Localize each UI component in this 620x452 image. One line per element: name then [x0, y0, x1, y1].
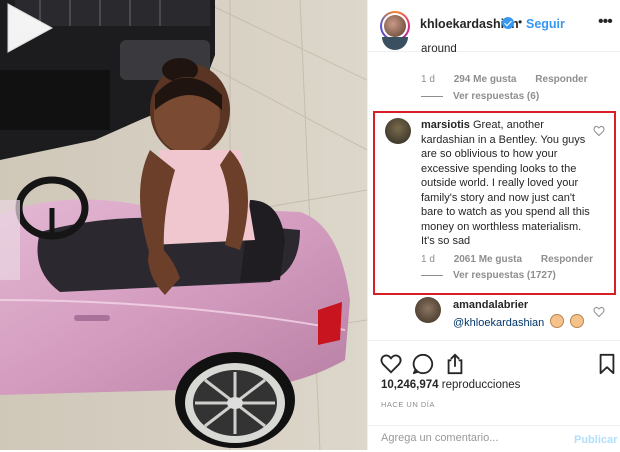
add-comment-row: Publicar — [368, 425, 620, 452]
share-icon[interactable] — [444, 353, 466, 375]
emoji-icon — [570, 314, 585, 328]
highlighted-comment: marsiotis Great, another kardashian in a… — [421, 118, 593, 249]
heart-icon[interactable] — [380, 353, 402, 375]
post-side-panel: khloekardashian • Seguir ••• around 1 d … — [367, 0, 620, 450]
verified-icon — [502, 17, 514, 29]
reply-commenter-username[interactable]: amandalabrier — [453, 299, 528, 311]
view-count-number: 10,246,974 — [381, 379, 439, 391]
video-frame — [0, 0, 367, 450]
comment-age: 1 d — [421, 254, 435, 265]
more-icon[interactable]: ••• — [598, 13, 613, 31]
reply-button[interactable]: Responder — [535, 74, 587, 85]
view-replies-button[interactable]: Ver respuestas (1727) — [421, 270, 556, 281]
reply-button[interactable]: Responder — [541, 254, 593, 265]
post-timestamp: HACE UN DÍA — [381, 400, 435, 409]
comment-age: 1 d — [421, 74, 435, 85]
commenter-username[interactable]: marsiotis — [421, 119, 470, 131]
publish-button[interactable]: Publicar — [574, 434, 617, 446]
previous-comment-meta: 1 d 294 Me gusta Responder — [421, 74, 604, 85]
reply-comment-text: @khloekardashian — [453, 314, 585, 329]
comment-body: Great, another kardashian in a Bentley. … — [421, 119, 590, 247]
comment-likes[interactable]: 294 Me gusta — [454, 74, 517, 85]
reply-commenter-avatar[interactable] — [415, 297, 441, 323]
heart-icon[interactable] — [593, 125, 605, 137]
comment-icon[interactable] — [412, 353, 434, 375]
follow-button[interactable]: Seguir — [526, 17, 565, 31]
commenter-avatar[interactable] — [385, 118, 411, 144]
post-actions: 10,246,974 reproducciones HACE UN DÍA Pu… — [368, 340, 620, 450]
comment-likes[interactable]: 2061 Me gusta — [454, 254, 522, 265]
header-separator: • — [518, 15, 523, 29]
mention-link[interactable]: @khloekardashian — [453, 317, 544, 329]
previous-comment-text: around — [421, 44, 457, 54]
bookmark-icon[interactable] — [596, 353, 618, 375]
view-count-label: reproducciones — [441, 379, 521, 391]
emoji-icon — [550, 314, 565, 328]
view-replies-button[interactable]: Ver respuestas (6) — [421, 91, 539, 102]
post-video[interactable] — [0, 0, 367, 450]
view-count[interactable]: 10,246,974 reproducciones — [381, 379, 520, 391]
highlighted-comment-meta: 1 d 2061 Me gusta Responder — [421, 254, 609, 265]
heart-icon[interactable] — [593, 306, 605, 318]
comment-input[interactable] — [381, 432, 561, 444]
play-icon[interactable] — [0, 0, 56, 56]
